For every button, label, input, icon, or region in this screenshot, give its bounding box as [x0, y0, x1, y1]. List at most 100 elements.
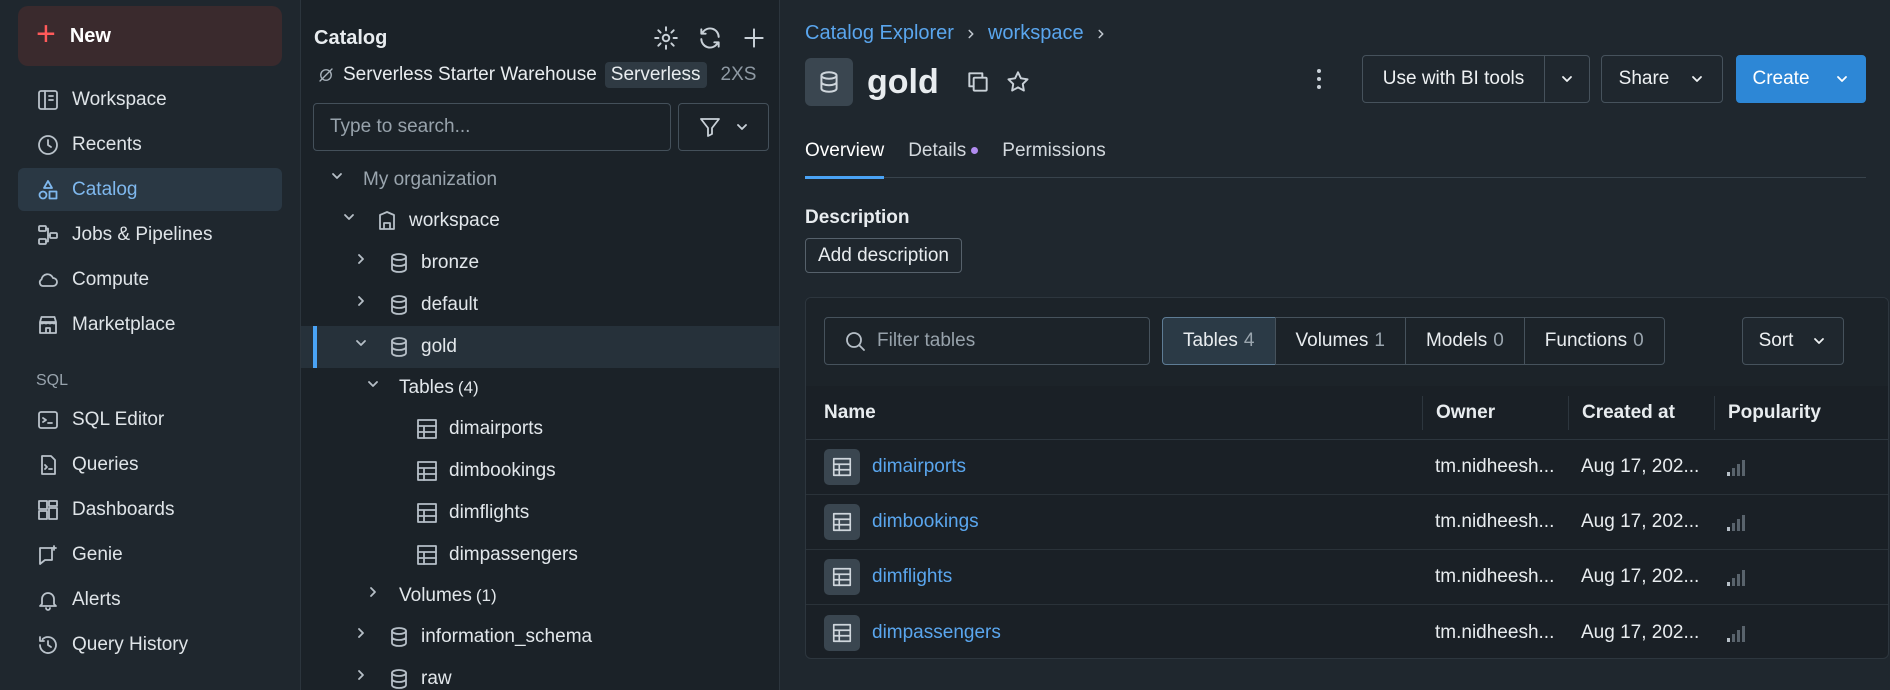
- nav-item-marketplace[interactable]: Marketplace: [18, 303, 282, 346]
- tree-node-label: dimbookings: [449, 460, 556, 481]
- tree-node-bronze[interactable]: bronze: [301, 242, 779, 284]
- database-icon: [387, 667, 411, 690]
- nav-item-query-history[interactable]: Query History: [18, 623, 282, 666]
- tree-node-workspace[interactable]: workspace: [301, 200, 779, 242]
- table-name-link[interactable]: dimairports: [872, 456, 966, 478]
- tree-node-default[interactable]: default: [301, 284, 779, 326]
- popularity-bar: [1732, 468, 1735, 476]
- nav-item-dashboards[interactable]: Dashboards: [18, 488, 282, 531]
- left-navigation: + New Workspace Recents Catalog Jobs & P…: [0, 0, 300, 690]
- popularity-bar: [1732, 578, 1735, 586]
- tree-node-raw[interactable]: raw: [301, 658, 779, 690]
- cell-owner: tm.nidheesh...: [1435, 621, 1555, 643]
- nav-item-genie[interactable]: Genie: [18, 533, 282, 576]
- nav-item-jobs-pipelines[interactable]: Jobs & Pipelines: [18, 213, 282, 256]
- table-icon: [831, 511, 853, 533]
- share-button[interactable]: Share: [1601, 55, 1723, 103]
- tables-panel: Filter tables Tables 4 Volumes 1 Models 0 F…: [805, 297, 1889, 659]
- segment-count: 0: [1493, 330, 1504, 351]
- details-indicator-dot: [971, 147, 979, 155]
- tree-node-tables[interactable]: Tables (4): [301, 368, 779, 408]
- breadcrumb-catalog-explorer[interactable]: Catalog Explorer: [805, 22, 954, 45]
- nav-item-sql-editor[interactable]: SQL Editor: [18, 398, 282, 441]
- create-button[interactable]: Create: [1736, 55, 1866, 103]
- use-with-bi-tools-button[interactable]: Use with BI tools: [1362, 55, 1545, 103]
- column-header-created-at[interactable]: Created at: [1568, 395, 1714, 430]
- tab-details[interactable]: Details: [908, 140, 979, 178]
- tree-node-my-organization[interactable]: My organization: [301, 160, 779, 200]
- nav-item-label: Workspace: [72, 88, 167, 110]
- tree-node-volumes[interactable]: Volumes (1): [301, 576, 779, 616]
- tree-node-information-schema[interactable]: information_schema: [301, 616, 779, 658]
- tree-node-table-dimbookings[interactable]: dimbookings: [301, 450, 779, 492]
- tab-permissions[interactable]: Permissions: [1002, 140, 1105, 178]
- store-icon: [36, 313, 60, 337]
- sql-section-heading: SQL: [36, 372, 69, 389]
- segment-count: 1: [1374, 330, 1385, 351]
- nav-item-queries[interactable]: Queries: [18, 443, 282, 486]
- filter-tables-input[interactable]: Filter tables: [824, 317, 1150, 365]
- segment-models[interactable]: Models 0: [1404, 317, 1525, 365]
- nav-item-recents[interactable]: Recents: [18, 123, 282, 166]
- table-name-link[interactable]: dimbookings: [872, 511, 979, 533]
- warehouse-selector[interactable]: Serverless Starter Warehouse Serverless …: [317, 62, 756, 88]
- nav-item-workspace[interactable]: Workspace: [18, 78, 282, 121]
- popularity-bar: [1727, 527, 1730, 531]
- cell-created-at: Aug 17, 202...: [1581, 566, 1700, 587]
- tree-node-table-dimairports[interactable]: dimairports: [301, 408, 779, 450]
- tree-node-table-dimflights[interactable]: dimflights: [301, 492, 779, 534]
- nav-item-compute[interactable]: Compute: [18, 258, 282, 301]
- catalog-house-icon: [375, 209, 399, 233]
- nav-item-label: Catalog: [72, 178, 138, 200]
- tab-bar: Overview Details Permissions: [805, 140, 1866, 179]
- bi-tools-dropdown-button[interactable]: [1544, 55, 1590, 103]
- share-button-label: Share: [1618, 68, 1670, 89]
- more-options-icon[interactable]: [1311, 64, 1327, 94]
- plus-icon: +: [36, 15, 56, 53]
- catalog-panel: Catalog Serverless Starter Warehouse Ser…: [300, 0, 780, 690]
- column-header-owner[interactable]: Owner: [1422, 395, 1568, 430]
- sort-button[interactable]: Sort: [1742, 317, 1844, 365]
- tab-overview[interactable]: Overview: [805, 140, 885, 179]
- tree-node-label: dimairports: [449, 418, 543, 439]
- description-heading: Description: [805, 207, 910, 228]
- breadcrumb-workspace[interactable]: workspace: [988, 22, 1084, 45]
- nav-item-catalog[interactable]: Catalog: [18, 168, 282, 211]
- segment-volumes[interactable]: Volumes 1: [1274, 317, 1406, 365]
- tree-node-table-dimpassengers[interactable]: dimpassengers: [301, 534, 779, 576]
- popularity-bars: [1727, 624, 1864, 642]
- segment-tables[interactable]: Tables 4: [1162, 317, 1276, 365]
- row-table-icon-tile: [824, 614, 860, 651]
- history-icon: [36, 633, 60, 657]
- column-header-name[interactable]: Name: [806, 396, 1422, 430]
- segment-functions[interactable]: Functions 0: [1523, 317, 1665, 365]
- refresh-icon[interactable]: [697, 25, 723, 51]
- nav-item-alerts[interactable]: Alerts: [18, 578, 282, 621]
- nav-item-label: Query History: [72, 633, 189, 655]
- copy-icon[interactable]: [965, 69, 991, 95]
- database-icon: [387, 625, 411, 649]
- new-button[interactable]: + New: [18, 6, 282, 66]
- star-icon[interactable]: [1005, 69, 1031, 95]
- filter-icon: [698, 115, 722, 139]
- catalog-search-input[interactable]: [313, 103, 671, 151]
- add-description-button[interactable]: Add description: [805, 238, 962, 273]
- nav-item-label: SQL Editor: [72, 408, 165, 430]
- cell-name: dimairports: [806, 449, 1422, 485]
- popularity-bar: [1732, 633, 1735, 642]
- popularity-bar: [1737, 519, 1740, 531]
- catalog-filter-button[interactable]: [678, 103, 769, 151]
- tree-node-gold[interactable]: gold: [301, 326, 779, 368]
- table-row: dimflights tm.nidheesh... Aug 17, 202...: [806, 550, 1888, 605]
- table-name-link[interactable]: dimflights: [872, 566, 952, 588]
- workflow-icon: [36, 223, 60, 247]
- table-name-link[interactable]: dimpassengers: [872, 622, 1001, 644]
- popularity-bar: [1742, 570, 1745, 586]
- gear-icon[interactable]: [653, 25, 679, 51]
- database-icon: [816, 69, 842, 95]
- add-icon[interactable]: [741, 25, 767, 51]
- tab-label: Details: [908, 140, 967, 161]
- file-code-icon: [36, 453, 60, 477]
- segment-label: Models: [1425, 330, 1488, 351]
- column-header-popularity[interactable]: Popularity: [1714, 395, 1864, 430]
